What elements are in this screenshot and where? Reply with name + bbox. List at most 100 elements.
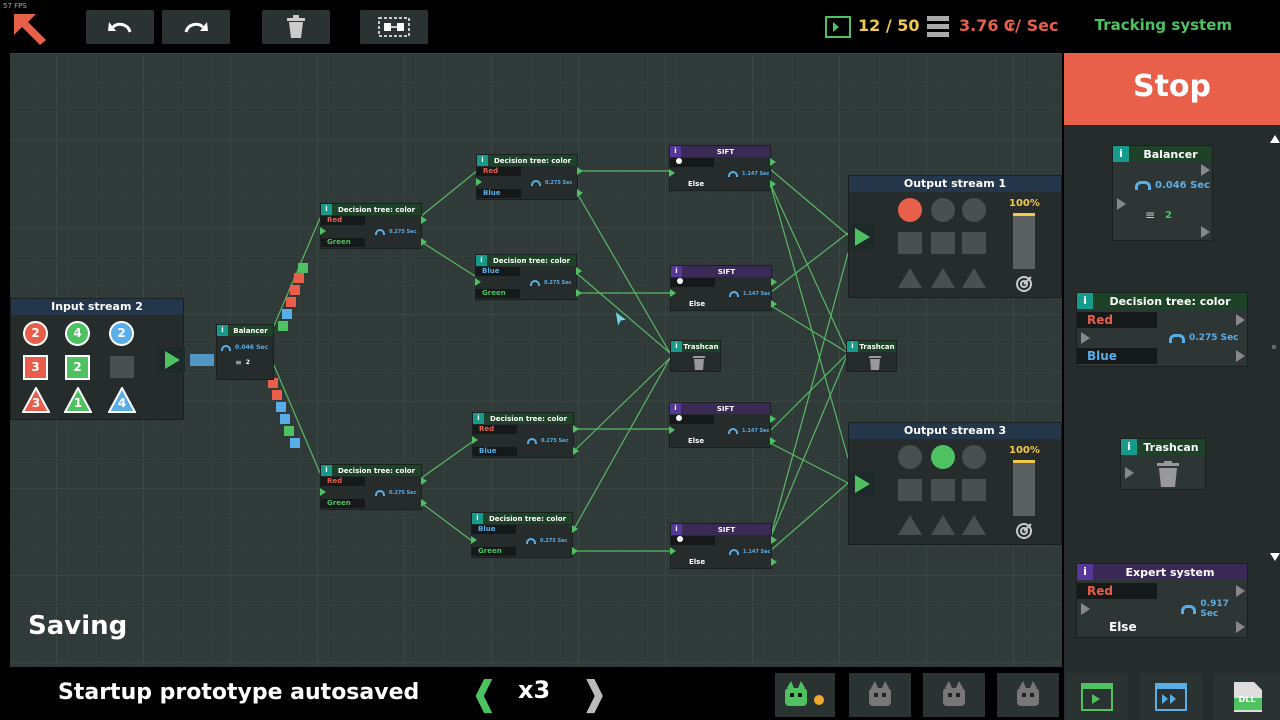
input-port[interactable] [471,536,477,544]
palette-expert-system[interactable]: i Expert system Red 0.917 Sec Else [1076,563,1248,638]
palette-decision-tree[interactable]: i Decision tree: color Red 0.275 Sec Blue [1076,292,1248,367]
input-port[interactable] [1117,198,1126,210]
scroll-up-icon[interactable] [1270,135,1280,143]
output-port[interactable] [771,558,777,566]
panel-scrollbar[interactable] [1270,135,1280,605]
decision-tree-node-2[interactable]: i Decision tree: color Red 0.275 Sec Gree… [320,464,427,510]
output-port[interactable] [572,547,578,555]
input-port[interactable] [1081,603,1090,615]
output-port[interactable] [770,437,776,445]
sift-filter-slot[interactable] [671,278,715,287]
output-port[interactable] [1201,226,1210,238]
input-port[interactable] [670,289,676,297]
speed-increase-button[interactable]: ❱ [580,674,609,714]
tracking-system-button[interactable]: Tracking system [1095,16,1232,34]
dll-button[interactable]: DLL [1214,673,1280,720]
input-play-button[interactable] [159,347,185,373]
balancer-node[interactable]: i Balancer 0.046 Sec ≡ 2 [216,324,274,380]
output-port[interactable] [1236,314,1245,326]
output-port[interactable] [771,278,777,286]
decision-tree-node-5[interactable]: i Decision tree: color Red 0.275 Sec Blue [472,412,579,458]
output-port[interactable] [771,300,777,308]
info-icon[interactable]: i [671,341,682,352]
sift-node-1[interactable]: i SIFT 1.147 Sec Else [669,145,776,191]
output-port[interactable] [1236,350,1245,362]
delete-button[interactable] [262,10,330,44]
info-icon[interactable]: i [1077,293,1093,309]
output-port[interactable] [573,425,579,433]
stop-button[interactable]: Stop [1064,53,1280,125]
input-port[interactable] [1081,332,1090,344]
input-port[interactable] [476,178,482,186]
output-port[interactable] [421,499,427,507]
output-play-button[interactable] [849,224,875,250]
sift-filter-slot[interactable] [670,415,714,424]
output-stream-3[interactable]: Output stream 3 100% [848,422,1062,545]
input-port[interactable] [1125,467,1134,479]
output-port[interactable] [572,525,578,533]
output-port[interactable] [770,415,776,423]
output-port[interactable] [1236,585,1245,597]
scroll-thumb[interactable] [1272,345,1276,349]
output-port[interactable] [421,216,427,224]
output-port[interactable] [576,267,582,275]
output-port[interactable] [421,238,427,246]
info-icon[interactable]: i [1121,439,1137,455]
output-port[interactable] [577,189,583,197]
undo-button[interactable] [86,10,154,44]
target-icon[interactable] [1015,275,1033,293]
output-port[interactable] [1236,621,1245,633]
robot-slot-4[interactable] [997,673,1059,717]
output-stream-1[interactable]: Output stream 1 100% [848,175,1062,298]
info-icon[interactable]: i [472,513,483,524]
info-icon[interactable]: i [847,341,858,352]
speed-decrease-button[interactable]: ❰ [470,674,499,714]
sift-filter-slot[interactable] [670,158,714,167]
scroll-down-icon[interactable] [1270,553,1280,561]
info-icon[interactable]: i [217,325,228,336]
info-icon[interactable]: i [670,146,681,157]
palette-trashcan[interactable]: i Trashcan [1120,438,1206,490]
decision-tree-node-1[interactable]: i Decision tree: color Red 0.275 Sec Gree… [320,203,427,249]
info-icon[interactable]: i [1113,146,1129,162]
output-port[interactable] [421,477,427,485]
output-port[interactable] [1201,164,1210,176]
trashcan-node-2[interactable]: i Trashcan [846,340,897,372]
robot-slot-2[interactable] [849,673,911,717]
graph-canvas[interactable]: Input stream 2 2 4 2 3 2 3 1 4 i Balancer… [10,53,1062,667]
robot-slot-1[interactable] [775,673,835,717]
target-icon[interactable] [1015,522,1033,540]
trashcan-node-1[interactable]: i Trashcan [670,340,721,372]
sift-filter-slot[interactable] [671,536,715,545]
sift-node-2[interactable]: i SIFT 1.147 Sec Else [670,265,777,311]
sift-node-4[interactable]: i SIFT 1.147 Sec Else [670,523,777,569]
palette-balancer[interactable]: i Balancer 0.046 Sec ≡ 2 [1112,145,1213,241]
decision-tree-node-4[interactable]: i Decision tree: color Blue 0.275 Sec Gre… [475,254,582,300]
output-port[interactable] [573,447,579,455]
output-play-button[interactable] [849,471,875,497]
output-port[interactable] [771,536,777,544]
info-icon[interactable]: i [671,266,682,277]
decision-tree-node-3[interactable]: i Decision tree: color Red 0.275 Sec Blue [476,154,583,200]
info-icon[interactable]: i [473,413,484,424]
input-stream-2[interactable]: Input stream 2 2 4 2 3 2 3 1 4 [10,298,185,420]
input-port[interactable] [320,488,326,496]
output-port[interactable] [770,180,776,188]
output-port[interactable] [577,167,583,175]
import-button[interactable] [1066,673,1128,720]
export-button[interactable] [1140,673,1202,720]
redo-button[interactable] [162,10,230,44]
back-arrow-icon[interactable] [12,12,48,46]
output-port[interactable] [770,158,776,166]
decision-tree-node-6[interactable]: i Decision tree: color Blue 0.275 Sec Gre… [471,512,578,558]
info-icon[interactable]: i [1077,564,1093,580]
output-port[interactable] [576,289,582,297]
input-port[interactable] [475,278,481,286]
input-port[interactable] [320,227,326,235]
robot-slot-3[interactable] [923,673,985,717]
input-port[interactable] [472,436,478,444]
info-icon[interactable]: i [670,403,681,414]
info-icon[interactable]: i [321,465,332,476]
info-icon[interactable]: i [477,155,488,166]
info-icon[interactable]: i [476,255,487,266]
